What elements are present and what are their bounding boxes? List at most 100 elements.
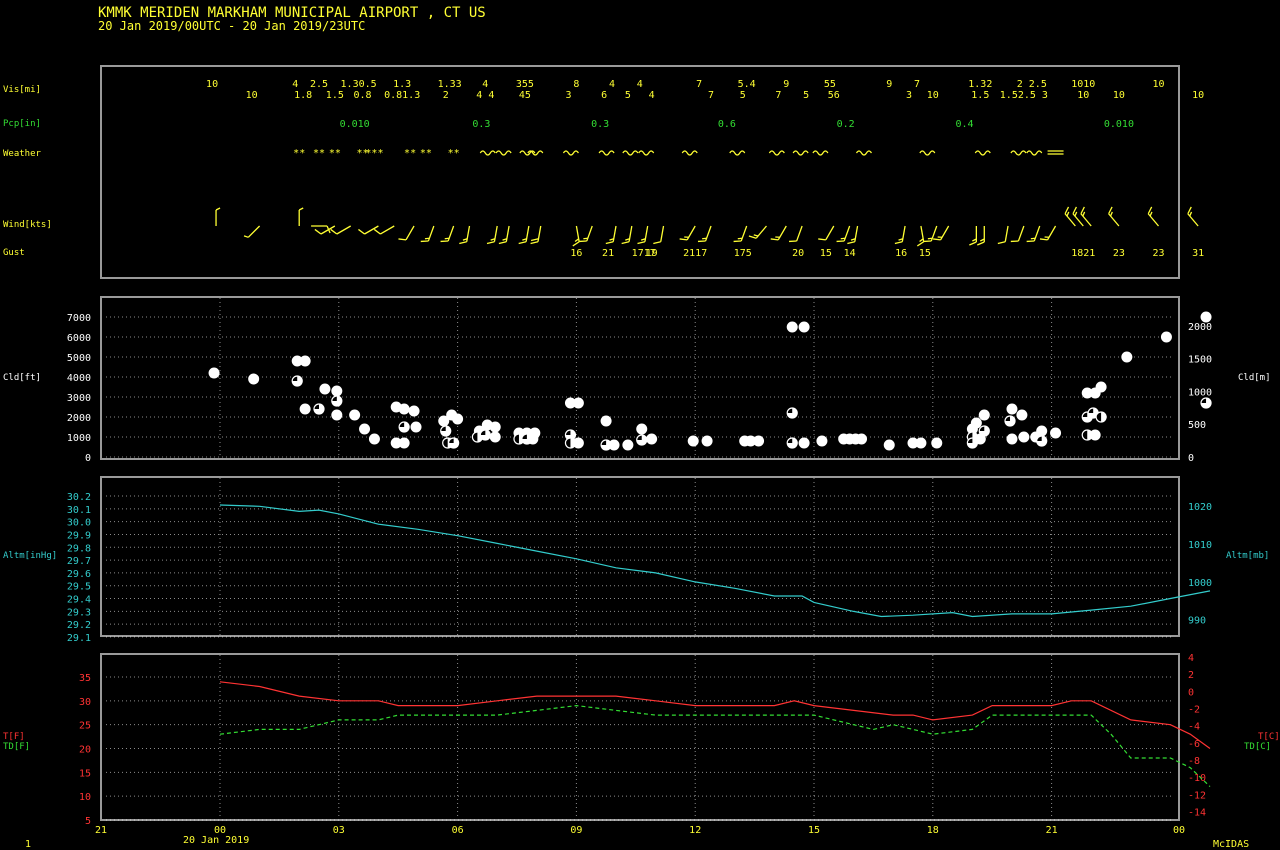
altm-mb-tick: 1000 (1188, 578, 1212, 589)
cloud-point (1200, 311, 1212, 323)
cloud-point (349, 409, 361, 421)
vis-value: 9 (886, 79, 892, 90)
gust-value: 2117 (683, 248, 707, 259)
weather-snow-icon: ** (404, 148, 416, 159)
cloud-point (489, 431, 501, 443)
vis-value: 2 (443, 90, 449, 101)
vis-value: 355 (516, 79, 534, 90)
cloud-point (398, 437, 410, 449)
cloud-point (798, 437, 810, 449)
cloud-point (608, 439, 620, 451)
cloud-point (452, 413, 464, 425)
cloud-point (408, 405, 420, 417)
cloud-point (816, 435, 828, 447)
cloud-point (1018, 431, 1030, 443)
cloud-point (970, 417, 982, 429)
cloud-point (359, 423, 371, 435)
vis-value: 4 (649, 90, 655, 101)
page-number: 1 (25, 839, 31, 850)
vis-value: 8 (573, 79, 579, 90)
cloud-point (299, 403, 311, 415)
cloud-point (1006, 433, 1018, 445)
cld-ft-tick: 2000 (67, 413, 91, 424)
cld-ft-tick: 1000 (67, 433, 91, 444)
vis-value: 3 (906, 90, 912, 101)
x-tick-label: 06 (452, 825, 464, 836)
vis-value: 1.3 (393, 79, 411, 90)
cloud-point (1160, 331, 1172, 343)
altm-mb-tick: 1020 (1188, 502, 1212, 513)
cloud-point (572, 437, 584, 449)
pcp-label: Pcp[in] (3, 119, 41, 129)
t-c-label: T[C] (1258, 732, 1280, 742)
vis-value: 10 (206, 79, 218, 90)
cloud-point (856, 433, 868, 445)
vis-value: 1.5 (971, 90, 989, 101)
altm-mb-tick: 990 (1188, 616, 1206, 627)
pcp-value: 0.010 (340, 119, 370, 130)
cloud-point (1016, 409, 1028, 421)
altm-mb-label: Altm[mb] (1226, 551, 1269, 561)
cloud-point (786, 321, 798, 333)
cloud-point (1121, 351, 1133, 363)
vis-value: 55 (824, 79, 836, 90)
vis-value: 4 (637, 79, 643, 90)
vis-value: 5 (803, 90, 809, 101)
vis-value: 10 (1192, 90, 1204, 101)
date-label: 20 Jan 2019 (183, 835, 249, 846)
vis-value: 6 (601, 90, 607, 101)
vis-value: 10 (246, 90, 258, 101)
gust-value: 16 (570, 248, 582, 259)
altm-inhg-tick: 29.8 (67, 543, 91, 554)
vis-value: 10 (927, 90, 939, 101)
t-f-label: T[F] (3, 732, 25, 742)
vis-value: 0.8 (354, 90, 372, 101)
cloud-point (978, 409, 990, 421)
cloud-point (1036, 425, 1048, 437)
pcp-value: 0.3 (472, 119, 490, 130)
vis-value: 4 (482, 79, 488, 90)
pcp-value: 0.2 (837, 119, 855, 130)
cloud-point (883, 439, 895, 451)
t-f-tick: 10 (79, 792, 91, 803)
vis-value: 7 (775, 90, 781, 101)
gust-value: 175 (734, 248, 752, 259)
chart-subtitle: 20 Jan 2019/00UTC - 20 Jan 2019/23UTC (98, 19, 365, 33)
cloud-point (1089, 429, 1101, 441)
cld-m-tick: 2000 (1188, 322, 1212, 333)
cld-ft-tick: 4000 (67, 373, 91, 384)
gust-value: 21 (602, 248, 614, 259)
wind-label: Wind[kts] (3, 220, 52, 230)
cld-m-tick: 1000 (1188, 387, 1212, 398)
cld-ft-tick: 7000 (67, 313, 91, 324)
gust-value: 15 (919, 248, 931, 259)
t-c-tick: -10 (1188, 773, 1206, 784)
vis-value: 10 (1113, 90, 1125, 101)
cloud-point (687, 435, 699, 447)
td-c-label: TD[C] (1244, 742, 1271, 752)
cloud-point (572, 397, 584, 409)
gust-value: 14 (844, 248, 856, 259)
gust-value: 1821 (1071, 248, 1095, 259)
vis-value: 5 (740, 90, 746, 101)
t-f-tick: 15 (79, 768, 91, 779)
cloud-point (646, 433, 658, 445)
x-tick-label: 18 (927, 825, 939, 836)
vis-value: 2.5 (310, 79, 328, 90)
t-f-tick: 20 (79, 745, 91, 756)
gust-value: 31 (1192, 248, 1204, 259)
t-c-tick: -14 (1188, 807, 1206, 818)
x-tick-label: 21 (1046, 825, 1058, 836)
cloud-point (701, 435, 713, 447)
gust-value: 19 (646, 248, 658, 259)
altm-inhg-tick: 30.2 (67, 492, 91, 503)
cld-m-tick: 500 (1188, 420, 1206, 431)
weather-snow-icon: ** (313, 148, 325, 159)
vis-value: 4 (609, 79, 615, 90)
cloud-point (331, 409, 343, 421)
t-c-tick: -12 (1188, 790, 1206, 801)
vis-value: 0.81.3 (384, 90, 420, 101)
altm-inhg-tick: 29.5 (67, 582, 91, 593)
vis-value: 5.4 (738, 79, 756, 90)
altm-inhg-tick: 29.6 (67, 569, 91, 580)
